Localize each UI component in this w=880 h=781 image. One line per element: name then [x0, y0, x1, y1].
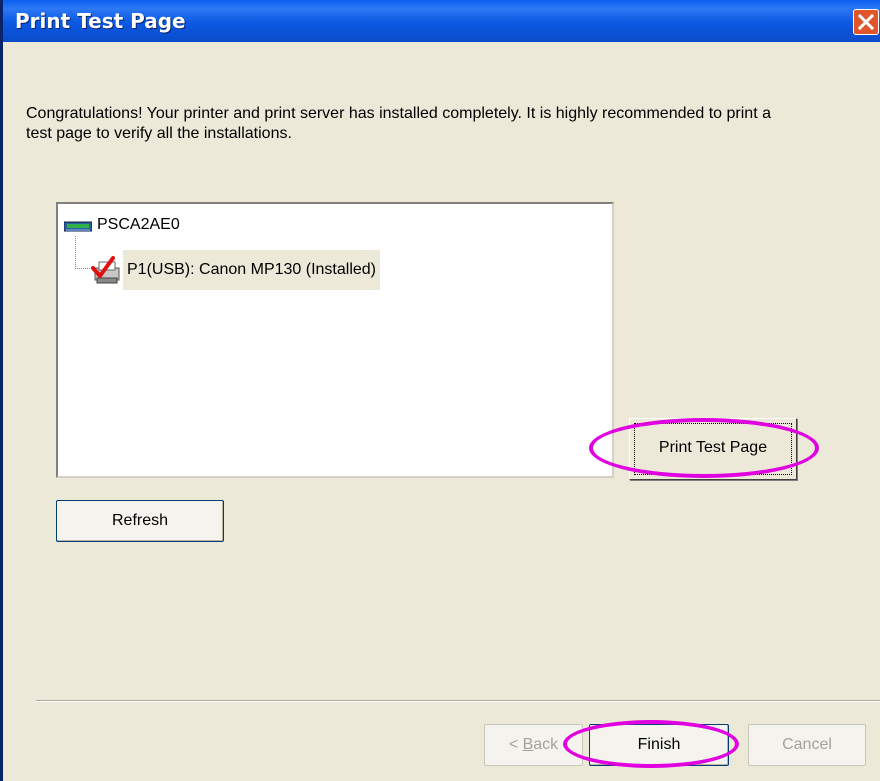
- close-button[interactable]: [853, 9, 879, 35]
- back-rest: ack: [533, 736, 559, 753]
- print-test-page-label: Print Test Page: [658, 439, 768, 456]
- finish-label: Finish: [637, 736, 681, 753]
- back-prefix: <: [508, 736, 523, 753]
- title-bar[interactable]: Print Test Page: [3, 0, 880, 42]
- printer-tree-view[interactable]: PSCA2AE0 P1(USB): Canon MP130 (Installed…: [56, 202, 614, 478]
- back-label: < Back: [509, 736, 558, 753]
- cancel-button[interactable]: Cancel: [748, 724, 866, 766]
- footer-separator: [36, 700, 880, 702]
- server-name-label: PSCA2AE0: [97, 216, 180, 233]
- print-test-page-button[interactable]: Print Test Page: [629, 418, 797, 480]
- refresh-button[interactable]: Refresh: [56, 500, 224, 542]
- cancel-label: Cancel: [782, 736, 832, 753]
- congratulations-message: Congratulations! Your printer and print …: [26, 105, 771, 142]
- finish-button[interactable]: Finish: [589, 724, 729, 766]
- network-device-icon: [64, 221, 92, 232]
- printer-installed-icon: [91, 256, 120, 284]
- print-test-page-dialog: Print Test Page Congratulations! Your pr…: [0, 0, 880, 781]
- back-accelerator: B: [522, 736, 534, 753]
- back-button[interactable]: < Back: [484, 724, 583, 766]
- window-title: Print Test Page: [15, 9, 186, 33]
- refresh-label: Refresh: [111, 512, 169, 529]
- close-icon: [858, 14, 874, 30]
- printer-label: P1(USB): Canon MP130 (Installed): [123, 250, 380, 290]
